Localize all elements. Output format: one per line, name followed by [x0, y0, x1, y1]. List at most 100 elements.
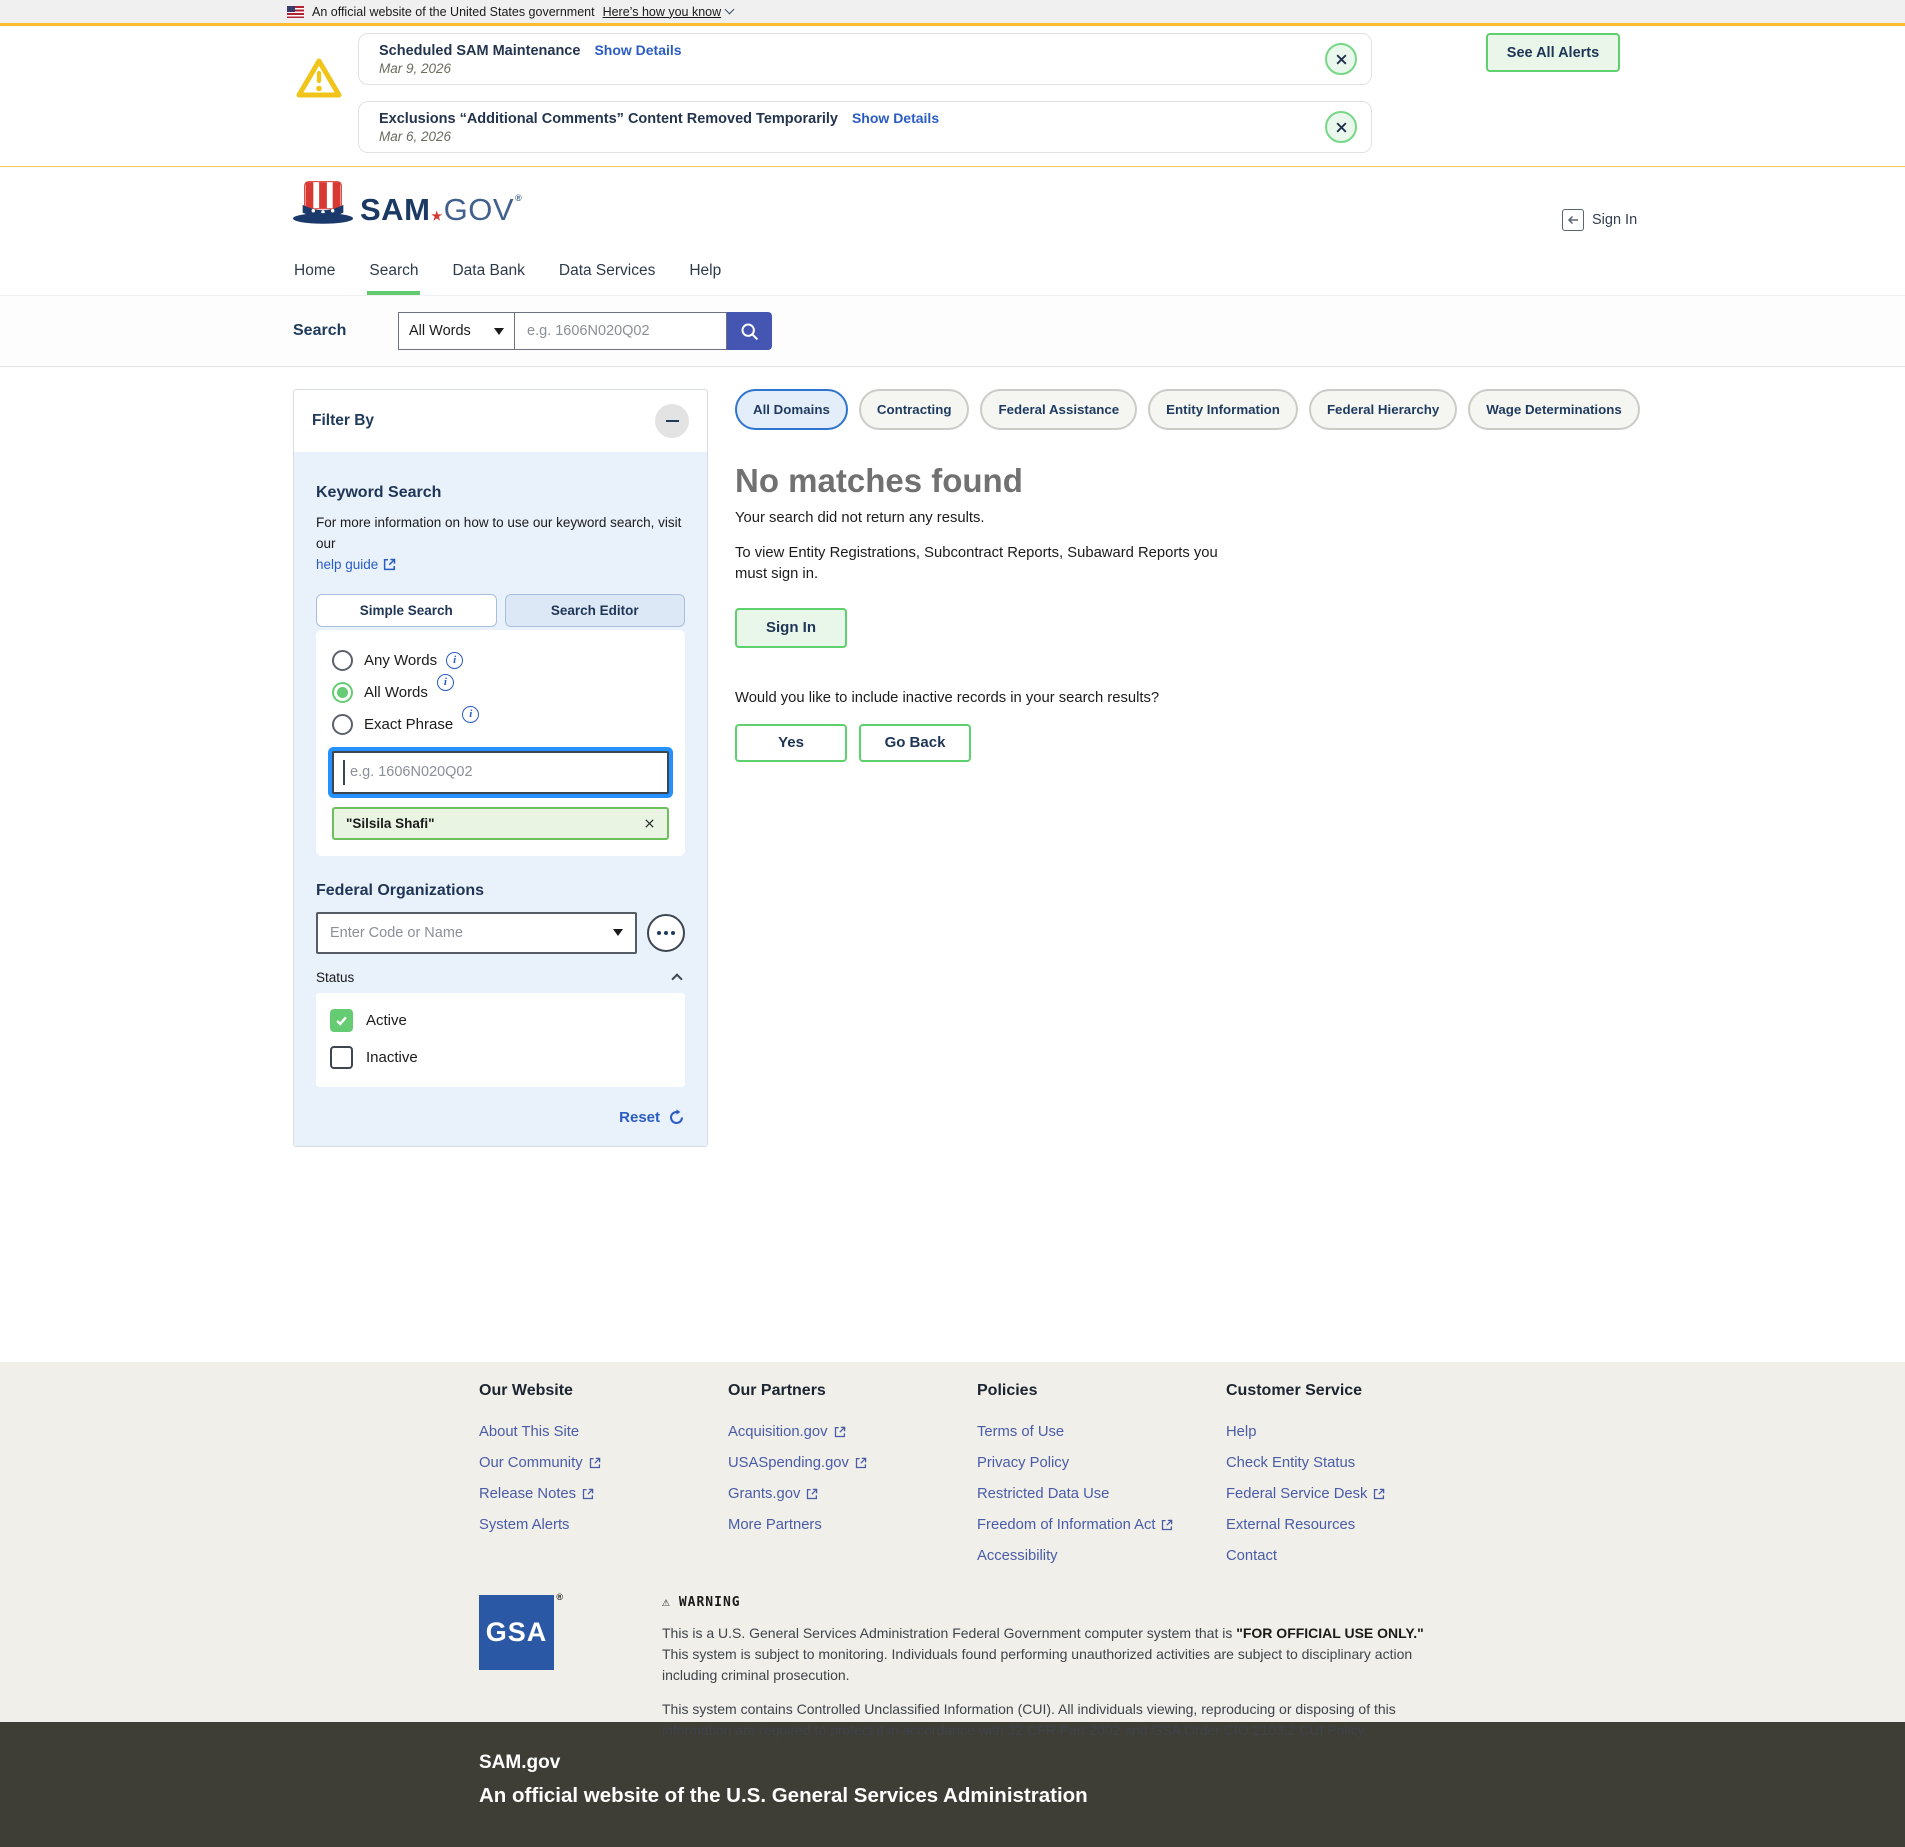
search-strip-label: Search [293, 322, 398, 340]
domain-pill-entity-information[interactable]: Entity Information [1148, 389, 1298, 430]
footer-link-check-entity-status[interactable]: Check Entity Status [1226, 1447, 1475, 1478]
reset-filters-link[interactable]: Reset [619, 1109, 660, 1126]
status-inactive-option[interactable]: Inactive [330, 1046, 671, 1069]
info-icon[interactable]: i [437, 674, 454, 691]
info-icon[interactable]: i [462, 706, 479, 723]
chip-remove-button[interactable] [644, 818, 655, 829]
federal-org-more-button[interactable] [647, 914, 685, 952]
footer-link-system-alerts[interactable]: System Alerts [479, 1509, 728, 1540]
footer-link-terms-of-use[interactable]: Terms of Use [977, 1416, 1226, 1447]
alert-close-button[interactable] [1325, 43, 1357, 75]
footer-column-heading: Our Website [479, 1382, 728, 1400]
alert-show-details-link[interactable]: Show Details [852, 110, 939, 126]
status-section-toggle[interactable]: Status [316, 970, 685, 985]
tab-search-editor[interactable]: Search Editor [505, 594, 686, 627]
external-link-icon [855, 1457, 867, 1469]
close-icon [1335, 121, 1348, 134]
footer-link-acquisition-gov[interactable]: Acquisition.gov [728, 1416, 977, 1447]
federal-org-select[interactable]: Enter Code or Name [316, 912, 637, 954]
footer-link-usaspending-gov[interactable]: USASpending.gov [728, 1447, 977, 1478]
status-active-option[interactable]: Active [330, 1009, 671, 1032]
domain-pill-federal-assistance[interactable]: Federal Assistance [980, 389, 1137, 430]
gov-banner: An official website of the United States… [0, 0, 1905, 26]
gov-banner-link[interactable]: Here’s how you know [603, 5, 734, 19]
info-icon[interactable]: i [446, 652, 463, 669]
external-link-icon [806, 1488, 818, 1500]
go-back-button[interactable]: Go Back [859, 724, 971, 762]
footer-link-federal-service-desk[interactable]: Federal Service Desk [1226, 1478, 1475, 1509]
footer-link-contact[interactable]: Contact [1226, 1540, 1475, 1571]
keyword-chip: "Silsila Shafi" [332, 807, 669, 840]
checkbox-unchecked-icon[interactable] [330, 1046, 353, 1069]
warning-block: ⚠ WARNING This is a U.S. General Service… [662, 1595, 1442, 1741]
tab-simple-search[interactable]: Simple Search [316, 594, 497, 627]
footer-link-external-resources[interactable]: External Resources [1226, 1509, 1475, 1540]
footer-link-more-partners[interactable]: More Partners [728, 1509, 977, 1540]
check-icon [335, 1014, 348, 1027]
radio-all-words[interactable] [332, 682, 353, 703]
warning-symbol-icon: ⚠ [662, 1595, 671, 1610]
content-area: Filter By Keyword Search For more inform… [0, 367, 1905, 1362]
nav-item-data-bank[interactable]: Data Bank [450, 251, 526, 295]
primary-nav: Home Search Data Bank Data Services Help [0, 251, 1905, 295]
text-cursor [343, 760, 345, 785]
footer-link-foia[interactable]: Freedom of Information Act [977, 1509, 1226, 1540]
footer-column-our-partners: Our Partners Acquisition.gov USASpending… [728, 1382, 977, 1571]
domain-pill-wage-determinations[interactable]: Wage Determinations [1468, 389, 1639, 430]
header-sign-in[interactable]: Sign In [1562, 209, 1637, 231]
footer-link-grants-gov[interactable]: Grants.gov [728, 1478, 977, 1509]
alert-card: Exclusions “Additional Comments” Content… [358, 101, 1372, 153]
select-arrow-icon [613, 929, 623, 936]
footer-link-release-notes[interactable]: Release Notes [479, 1478, 728, 1509]
sam-gov-logo[interactable]: SAM★GOV® [292, 179, 522, 225]
nav-item-help[interactable]: Help [687, 251, 723, 295]
external-link-icon [582, 1488, 594, 1500]
footer-column-customer-service: Customer Service Help Check Entity Statu… [1226, 1382, 1475, 1571]
keyword-search-input[interactable] [332, 751, 669, 794]
footer-link-our-community[interactable]: Our Community [479, 1447, 728, 1478]
sign-in-button[interactable]: Sign In [735, 608, 847, 648]
registered-mark: ® [556, 1592, 564, 1602]
search-submit-button[interactable] [727, 312, 772, 350]
keyword-search-info: For more information on how to use our k… [316, 513, 685, 555]
ellipsis-icon [664, 931, 668, 935]
alert-close-button[interactable] [1325, 111, 1357, 143]
footer-link-accessibility[interactable]: Accessibility [977, 1540, 1226, 1571]
search-mode-select[interactable]: All Words [398, 312, 515, 350]
global-search-input[interactable] [515, 312, 727, 350]
chevron-up-icon [671, 974, 682, 985]
external-link-icon [1161, 1519, 1173, 1531]
footer-column-heading: Policies [977, 1382, 1226, 1400]
close-icon [1335, 53, 1348, 66]
warning-paragraph-1: This is a U.S. General Services Administ… [662, 1623, 1442, 1686]
nav-item-home[interactable]: Home [292, 251, 337, 295]
inactive-records-question: Would you like to include inactive recor… [735, 690, 1555, 706]
filter-collapse-button[interactable] [655, 404, 689, 438]
footer-link-about-this-site[interactable]: About This Site [479, 1416, 728, 1447]
help-guide-link[interactable]: help guide [316, 557, 396, 572]
external-link-icon [1373, 1488, 1385, 1500]
refresh-icon[interactable] [668, 1109, 685, 1126]
results-area: All Domains Contracting Federal Assistan… [735, 389, 1555, 762]
domain-pill-federal-hierarchy[interactable]: Federal Hierarchy [1309, 389, 1457, 430]
radio-any-words[interactable] [332, 650, 353, 671]
footer-link-privacy-policy[interactable]: Privacy Policy [977, 1447, 1226, 1478]
keyword-chip-text: "Silsila Shafi" [346, 816, 435, 831]
alert-title: Exclusions “Additional Comments” Content… [379, 111, 838, 127]
alert-show-details-link[interactable]: Show Details [594, 42, 681, 58]
radio-exact-phrase[interactable] [332, 714, 353, 735]
nav-item-data-services[interactable]: Data Services [557, 251, 657, 295]
footer-column-heading: Customer Service [1226, 1382, 1475, 1400]
yes-button[interactable]: Yes [735, 724, 847, 762]
see-all-alerts-button[interactable]: See All Alerts [1486, 33, 1620, 72]
alert-date: Mar 6, 2026 [379, 129, 1307, 144]
close-icon [644, 818, 655, 829]
domain-pill-contracting[interactable]: Contracting [859, 389, 970, 430]
nav-item-search[interactable]: Search [367, 251, 420, 295]
footer-link-restricted-data-use[interactable]: Restricted Data Use [977, 1478, 1226, 1509]
footer-link-help[interactable]: Help [1226, 1416, 1475, 1447]
alert-title: Scheduled SAM Maintenance [379, 43, 580, 59]
domain-pill-all-domains[interactable]: All Domains [735, 389, 848, 430]
checkbox-checked-icon[interactable] [330, 1009, 353, 1032]
warning-triangle-icon [295, 56, 343, 105]
